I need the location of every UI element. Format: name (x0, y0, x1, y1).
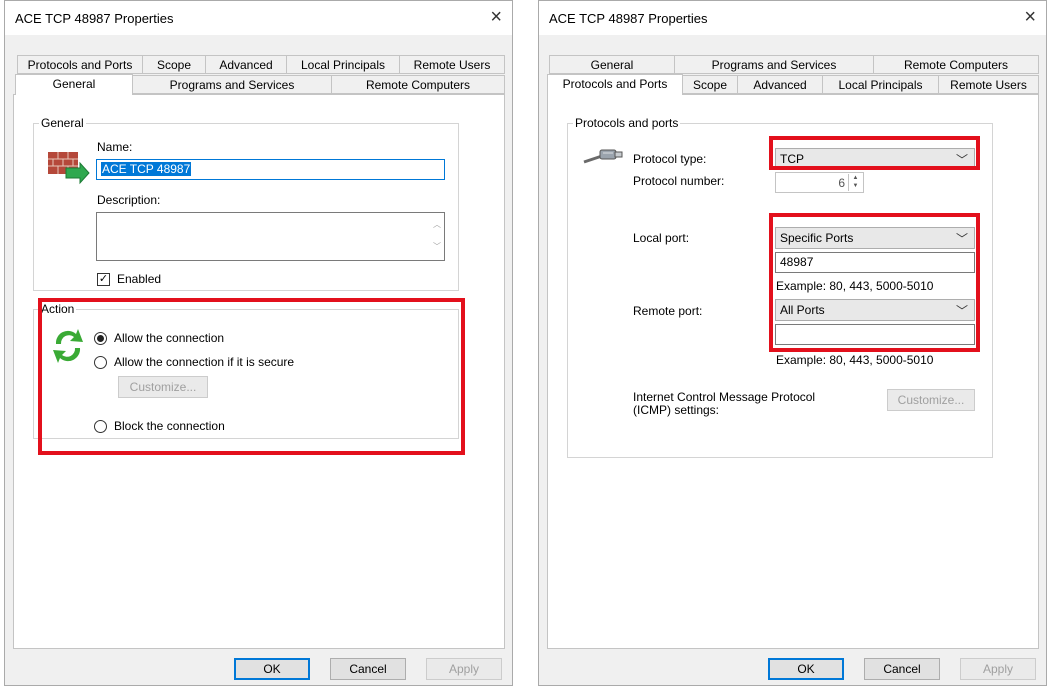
protocols-group: Protocols and ports Protocol type: TCP ﹀… (567, 116, 993, 458)
tab-scope[interactable]: Scope (682, 75, 738, 94)
name-label: Name: (97, 140, 133, 154)
customize-button[interactable]: Customize... (118, 376, 208, 398)
allow-connection-radio[interactable] (94, 332, 107, 345)
enabled-label: Enabled (117, 272, 162, 286)
remote-port-label: Remote port: (633, 304, 703, 318)
tab-protocols-and-ports[interactable]: Protocols and Ports (547, 74, 683, 95)
window-title: ACE TCP 48987 Properties (549, 11, 708, 26)
description-label: Description: (97, 193, 161, 207)
scroll-down-icon[interactable]: ﹀ (433, 241, 441, 252)
local-port-label: Local port: (633, 231, 690, 245)
network-cable-icon (583, 149, 623, 164)
action-group: Action Allow the connection Allow the co… (33, 302, 459, 439)
protocol-type-select[interactable]: TCP ﹀ (775, 148, 975, 170)
ok-button[interactable]: OK (768, 658, 844, 680)
general-group-legend: General (39, 116, 86, 130)
general-tab-panel: General Name: ACE TCP 48987 Description:… (13, 94, 505, 649)
protocol-number-label: Protocol number: (633, 174, 725, 188)
tab-advanced[interactable]: Advanced (205, 55, 287, 74)
action-group-legend: Action (39, 302, 77, 316)
allow-secure-label: Allow the connection if it is secure (114, 355, 295, 369)
title-bar: ACE TCP 48987 Properties × (5, 1, 512, 35)
tab-remote-users[interactable]: Remote Users (938, 75, 1039, 94)
icmp-label-line2: (ICMP) settings: (633, 403, 720, 417)
title-bar: ACE TCP 48987 Properties × (539, 1, 1046, 35)
protocols-tab-panel: Protocols and ports Protocol type: TCP ﹀… (547, 94, 1039, 649)
chevron-down-icon: ﹀ (955, 304, 968, 318)
action-arrows-icon (53, 329, 83, 363)
remote-port-example: Example: 80, 443, 5000-5010 (776, 353, 934, 367)
tab-programs-and-services[interactable]: Programs and Services (674, 55, 874, 74)
tab-remote-computers[interactable]: Remote Computers (873, 55, 1039, 74)
window-title: ACE TCP 48987 Properties (15, 11, 174, 26)
scroll-up-icon[interactable]: ︿ (433, 219, 441, 230)
tab-programs-and-services[interactable]: Programs and Services (132, 75, 332, 94)
protocols-group-legend: Protocols and ports (573, 116, 681, 130)
icmp-label-line1: Internet Control Message Protocol (633, 390, 816, 404)
protocol-type-value: TCP (780, 152, 804, 166)
allow-connection-label: Allow the connection (114, 331, 225, 345)
remote-port-input[interactable] (775, 324, 975, 345)
firewall-icon (48, 152, 90, 185)
tab-general[interactable]: General (549, 55, 675, 74)
local-port-select-value: Specific Ports (780, 231, 854, 245)
remote-port-select[interactable]: All Ports ﹀ (775, 299, 975, 321)
close-button[interactable]: × (490, 7, 502, 27)
name-input[interactable]: ACE TCP 48987 (96, 159, 445, 180)
properties-dialog-left: ACE TCP 48987 Properties × Protocols and… (4, 0, 513, 686)
tab-advanced[interactable]: Advanced (737, 75, 823, 94)
apply-button[interactable]: Apply (426, 658, 502, 680)
protocol-number-stepper[interactable]: 6 ▲ ▼ (775, 172, 864, 193)
tab-scope[interactable]: Scope (142, 55, 206, 74)
block-connection-radio[interactable] (94, 420, 107, 433)
enabled-checkbox[interactable]: ✓ (97, 273, 110, 286)
protocol-type-label: Protocol type: (633, 152, 707, 166)
local-port-example: Example: 80, 443, 5000-5010 (776, 279, 934, 293)
description-textarea[interactable]: ︿ ﹀ (96, 212, 445, 261)
local-port-input[interactable]: 48987 (775, 252, 975, 273)
tab-remote-computers[interactable]: Remote Computers (331, 75, 505, 94)
close-button[interactable]: × (1024, 7, 1036, 27)
protocol-number-value: 6 (838, 176, 845, 190)
cancel-button[interactable]: Cancel (330, 658, 406, 680)
remote-port-select-value: All Ports (780, 303, 825, 317)
spin-arrows-icon[interactable]: ▲ ▼ (848, 174, 862, 191)
tab-protocols-and-ports[interactable]: Protocols and Ports (17, 55, 143, 74)
local-port-input-value: 48987 (780, 255, 814, 269)
allow-secure-radio[interactable] (94, 356, 107, 369)
apply-button[interactable]: Apply (960, 658, 1036, 680)
local-port-select[interactable]: Specific Ports ﹀ (775, 227, 975, 249)
icmp-customize-button[interactable]: Customize... (887, 389, 975, 411)
tab-remote-users[interactable]: Remote Users (399, 55, 505, 74)
properties-dialog-right: ACE TCP 48987 Properties × General Progr… (538, 0, 1047, 686)
tab-general[interactable]: General (15, 74, 133, 95)
tab-local-principals[interactable]: Local Principals (286, 55, 400, 74)
ok-button[interactable]: OK (234, 658, 310, 680)
chevron-down-icon: ﹀ (955, 153, 968, 167)
name-input-value: ACE TCP 48987 (101, 162, 192, 176)
block-connection-label: Block the connection (114, 419, 225, 433)
tab-local-principals[interactable]: Local Principals (822, 75, 939, 94)
chevron-down-icon: ﹀ (955, 232, 968, 246)
cancel-button[interactable]: Cancel (864, 658, 940, 680)
general-group: General Name: ACE TCP 48987 Description:… (33, 116, 459, 291)
